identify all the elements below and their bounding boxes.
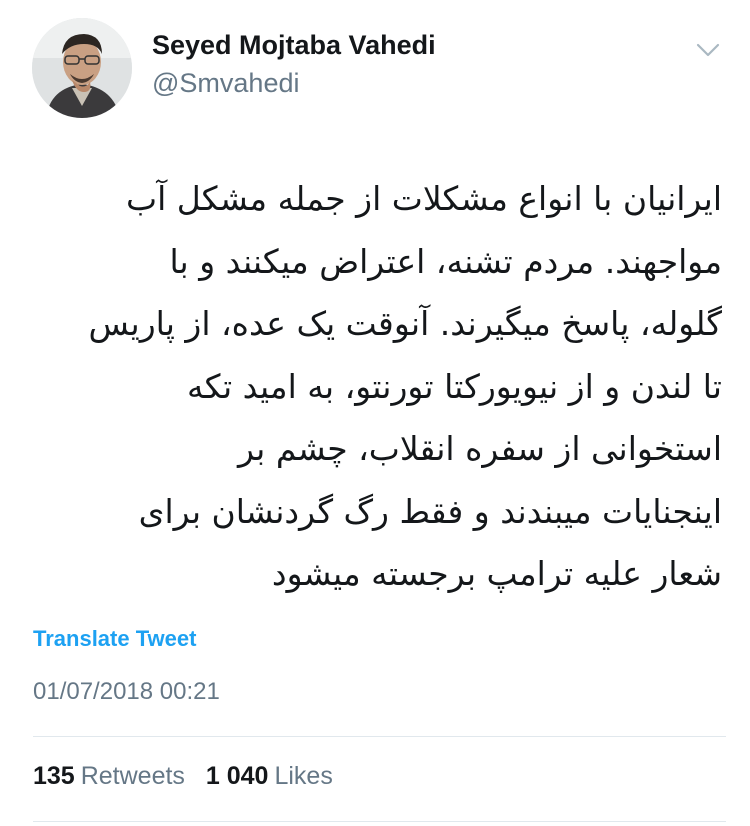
tweet-text-line: گلوله، پاسخ میگیرند. آنوقت یک عده، از پا… <box>88 304 722 343</box>
translate-tweet-link[interactable]: Translate Tweet <box>33 626 196 652</box>
tweet-text-line: استخوانی از سفره انقلاب، چشم بر <box>237 429 722 468</box>
chevron-down-icon[interactable] <box>694 38 722 62</box>
divider <box>33 821 726 822</box>
divider <box>33 736 726 737</box>
tweet-text-line: تا لندن و از نیویورکتا تورنتو، به امید ت… <box>187 366 722 406</box>
likes-count: 1 040 <box>205 762 269 790</box>
likes-stat[interactable]: 1 040 Likes <box>206 762 333 791</box>
user-handle[interactable]: @Smvahedi <box>152 68 299 99</box>
tweet-stats: 135 Retweets 1 040 Likes <box>33 762 347 791</box>
retweets-label: Retweets <box>80 762 185 790</box>
tweet-text-line: ایرانیان با انواع مشکلات از جمله مشکل آب <box>126 179 722 218</box>
retweets-count: 135 <box>33 762 75 790</box>
tweet-text-line: شعار علیه ترامپ برجسته میشود <box>271 554 722 593</box>
tweet-text: ایرانیان با انواع مشکلات از جمله مشکل آب… <box>22 168 722 606</box>
display-name[interactable]: Seyed Mojtaba Vahedi <box>152 30 436 61</box>
avatar-image <box>32 18 132 118</box>
retweets-stat[interactable]: 135 Retweets <box>33 762 185 791</box>
likes-label: Likes <box>274 762 333 790</box>
tweet-text-line: اینجنایات میبندند و فقط رگ گردنشان برای <box>138 491 722 531</box>
tweet-timestamp[interactable]: 01/07/2018 00:21 <box>33 678 220 706</box>
tweet-text-line: مواجهند. مردم تشنه، اعتراض میکنند و با <box>169 241 722 281</box>
avatar[interactable] <box>32 18 132 118</box>
